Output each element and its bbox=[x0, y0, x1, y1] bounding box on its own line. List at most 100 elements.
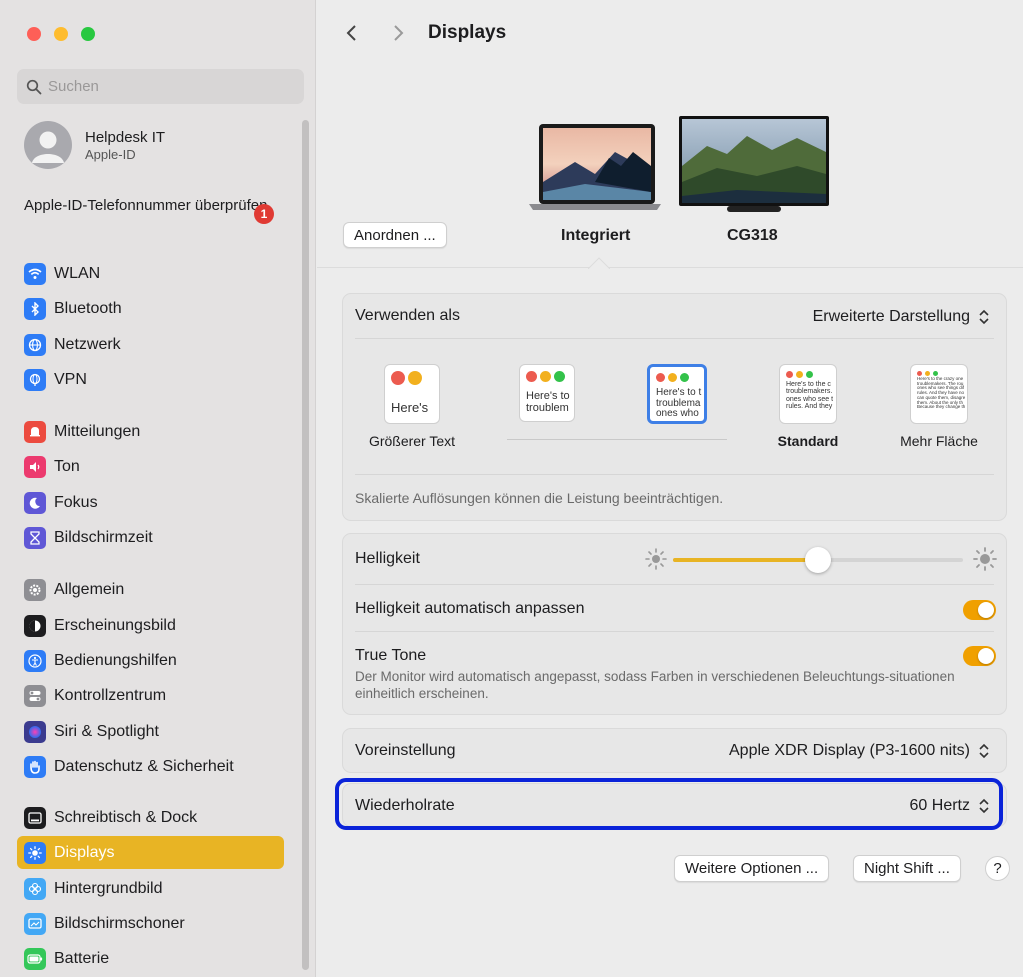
sample-text: Here's to t troublema ones who bbox=[656, 387, 702, 419]
more-options-button[interactable]: Weitere Optionen ... bbox=[674, 855, 830, 882]
sidebar-item-label: Hintergrundbild bbox=[54, 879, 163, 897]
selection-pointer bbox=[588, 257, 610, 269]
macbook-icon bbox=[529, 124, 661, 210]
appearance-icon bbox=[24, 614, 46, 637]
back-button[interactable] bbox=[345, 22, 359, 50]
display-arrangement: Anordnen ... Integriert CG318 bbox=[317, 72, 1023, 269]
display-integriert[interactable] bbox=[525, 122, 665, 214]
sidebar-item-label: Allgemein bbox=[54, 580, 125, 598]
sidebar-item-label: Displays bbox=[54, 843, 115, 861]
resolution-thumbnail: Here's to troublem bbox=[519, 364, 575, 422]
use-as-select[interactable]: Erweiterte Darstellung bbox=[813, 307, 992, 327]
up-down-chevron-icon bbox=[979, 743, 989, 759]
sidebar-item-bluetooth[interactable]: Bluetooth bbox=[17, 292, 284, 325]
arrange-button[interactable]: Anordnen ... bbox=[343, 222, 447, 248]
sidebar-item-bildschirmschoner[interactable]: Bildschirmschoner bbox=[17, 907, 284, 940]
night-shift-button[interactable]: Night Shift ... bbox=[853, 855, 961, 882]
sun-small-icon bbox=[645, 548, 667, 570]
display-cg318[interactable] bbox=[677, 116, 831, 214]
sidebar-item-label: Netzwerk bbox=[54, 335, 121, 353]
preset-select[interactable]: Apple XDR Display (P3-1600 nits) bbox=[729, 741, 992, 761]
sidebar-item-hintergrundbild[interactable]: Hintergrundbild bbox=[17, 872, 284, 905]
hourglass-icon bbox=[24, 526, 46, 549]
sidebar-item-kontrollzentrum[interactable]: Kontrollzentrum bbox=[17, 679, 284, 712]
sidebar-item-bedienungshilfen[interactable]: Bedienungshilfen bbox=[17, 644, 284, 677]
resolution-option-more-space[interactable]: Here's to the crazy one troublemakers. T… bbox=[891, 364, 987, 449]
resolution-option-2[interactable]: Here's to troublem bbox=[517, 364, 577, 422]
auto-brightness-toggle[interactable] bbox=[963, 600, 996, 620]
up-down-chevron-icon bbox=[979, 798, 989, 814]
option-label: Größerer Text bbox=[368, 433, 456, 449]
apple-id-profile[interactable]: Helpdesk IT Apple-ID bbox=[24, 121, 165, 169]
moon-icon bbox=[24, 491, 46, 514]
bell-icon bbox=[24, 420, 46, 443]
sidebar-item-erscheinungsbild[interactable]: Erscheinungsbild bbox=[17, 609, 284, 642]
chevron-right-icon bbox=[394, 25, 404, 41]
toggles-icon bbox=[24, 684, 46, 707]
sun-icon bbox=[24, 841, 46, 864]
flower-icon bbox=[24, 877, 46, 900]
display-label-integriert[interactable]: Integriert bbox=[561, 227, 630, 245]
resolution-note: Skalierte Auflösungen können die Leistun… bbox=[355, 490, 724, 506]
sidebar-scrollbar[interactable] bbox=[302, 120, 309, 970]
brightness-label: Helligkeit bbox=[355, 550, 420, 567]
sample-text: Here's to the c troublemakers. ones who … bbox=[786, 381, 834, 411]
refresh-rate-value: 60 Hertz bbox=[909, 797, 970, 814]
refresh-rate-select[interactable]: 60 Hertz bbox=[910, 796, 992, 816]
resolution-option-standard[interactable]: Here's to the c troublemakers. ones who … bbox=[753, 364, 863, 449]
help-button[interactable]: ? bbox=[985, 856, 1010, 881]
resolution-thumbnail-selected: Here's to t troublema ones who bbox=[647, 364, 707, 424]
forward-button[interactable] bbox=[391, 22, 405, 50]
sidebar-item-schreibtisch-dock[interactable]: Schreibtisch & Dock bbox=[17, 801, 284, 834]
sidebar-item-ton[interactable]: Ton bbox=[17, 450, 284, 483]
sample-text: Here's to troublem bbox=[526, 390, 570, 414]
sidebar: Helpdesk IT Apple-ID Apple-ID-Telefonnum… bbox=[0, 0, 316, 977]
resolution-option-3[interactable]: Here's to t troublema ones who bbox=[645, 364, 709, 424]
sidebar-item-datenschutz-sicherheit[interactable]: Datenschutz & Sicherheit bbox=[17, 750, 284, 783]
page-title: Displays bbox=[428, 22, 507, 43]
search-field[interactable] bbox=[17, 69, 304, 104]
search-icon bbox=[26, 79, 42, 94]
sidebar-item-fokus[interactable]: Fokus bbox=[17, 486, 284, 519]
display-label-cg318[interactable]: CG318 bbox=[727, 227, 778, 245]
resolution-thumbnail: Here's to the crazy one troublemakers. T… bbox=[910, 364, 968, 424]
sidebar-item-displays[interactable]: Displays bbox=[17, 836, 284, 869]
sidebar-item-label: Erscheinungsbild bbox=[54, 616, 176, 634]
search-input[interactable] bbox=[48, 78, 288, 95]
slider-knob[interactable] bbox=[805, 547, 831, 573]
sidebar-item-wlan[interactable]: WLAN bbox=[17, 257, 284, 290]
apple-id-phone-notice[interactable]: Apple-ID-Telefonnummer überprüfen bbox=[24, 196, 284, 216]
sidebar-item-vpn[interactable]: VPN bbox=[17, 363, 284, 396]
refresh-rate-label: Wiederholrate bbox=[355, 797, 455, 814]
preset-card: Voreinstellung Apple XDR Display (P3-160… bbox=[342, 728, 1007, 773]
close-window-button[interactable] bbox=[27, 27, 41, 41]
sidebar-item-siri-spotlight[interactable]: Siri & Spotlight bbox=[17, 715, 284, 748]
sidebar-item-bildschirmzeit[interactable]: Bildschirmzeit bbox=[17, 521, 284, 554]
avatar bbox=[24, 121, 72, 169]
sidebar-item-batterie[interactable]: Batterie bbox=[17, 942, 284, 975]
sidebar-item-label: Schreibtisch & Dock bbox=[54, 808, 198, 826]
sample-text: Here's to the crazy one troublemakers. T… bbox=[917, 376, 966, 410]
sidebar-item-label: Ton bbox=[54, 457, 80, 475]
minimize-window-button[interactable] bbox=[54, 27, 68, 41]
preset-value: Apple XDR Display (P3-1600 nits) bbox=[729, 742, 970, 759]
sidebar-item-label: Fokus bbox=[54, 493, 98, 511]
sidebar-item-mitteilungen[interactable]: Mitteilungen bbox=[17, 415, 284, 448]
sidebar-item-label: Siri & Spotlight bbox=[54, 722, 159, 740]
resolution-option-larger-text[interactable]: Here's Größerer Text bbox=[367, 364, 457, 449]
preset-label: Voreinstellung bbox=[355, 742, 456, 759]
profile-subtitle: Apple-ID bbox=[85, 147, 136, 162]
dock-icon bbox=[24, 806, 46, 829]
brightness-slider[interactable] bbox=[673, 547, 963, 573]
wifi-icon bbox=[24, 262, 46, 285]
sidebar-item-label: Datenschutz & Sicherheit bbox=[54, 757, 234, 775]
vpn-globe-icon bbox=[24, 368, 46, 391]
true-tone-toggle[interactable] bbox=[963, 646, 996, 666]
sidebar-item-allgemein[interactable]: Allgemein bbox=[17, 573, 284, 606]
sidebar-item-label: Bedienungshilfen bbox=[54, 651, 177, 669]
sidebar-item-label: Bildschirmschoner bbox=[54, 914, 185, 932]
refresh-rate-card: Wiederholrate 60 Hertz bbox=[342, 783, 1007, 827]
true-tone-label: True Tone bbox=[355, 647, 427, 664]
zoom-window-button[interactable] bbox=[81, 27, 95, 41]
sidebar-item-netzwerk[interactable]: Netzwerk bbox=[17, 328, 284, 361]
